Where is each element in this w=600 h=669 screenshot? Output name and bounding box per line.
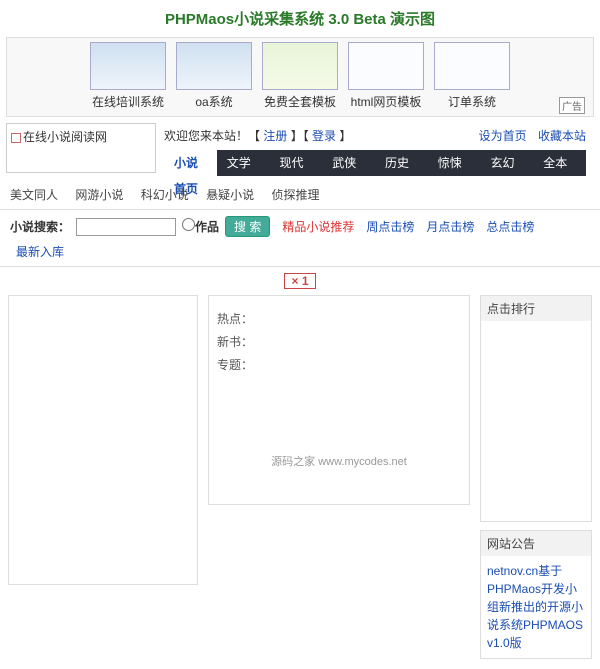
- search-link[interactable]: 精品小说推荐: [282, 218, 354, 235]
- welcome-text: 设为首页 收藏本站 欢迎您来本站！【 注册 】【 登录 】: [164, 127, 586, 144]
- subnav-item[interactable]: 侦探推理: [271, 188, 319, 202]
- thumb-item[interactable]: 在线培训系统: [90, 42, 166, 110]
- subnav-item[interactable]: 悬疑小说: [206, 188, 254, 202]
- notice-title: 网站公告: [481, 531, 591, 556]
- search-bar: 小说搜索： 作品 搜 索 精品小说推荐 周点击榜 月点击榜 总点击榜 最新入库: [0, 209, 600, 267]
- register-link[interactable]: 注册: [263, 129, 287, 143]
- subnav-item[interactable]: 网游小说: [75, 188, 123, 202]
- nav-item[interactable]: 历史科幻: [375, 150, 428, 176]
- thumb-item[interactable]: 订单系统: [434, 42, 510, 110]
- search-input[interactable]: [76, 218, 176, 236]
- subnav-item[interactable]: 科幻小说: [141, 188, 189, 202]
- delete-row: × 1: [0, 267, 600, 295]
- thumb-bar: 在线培训系统 oa系统 免费全套模板 html网页模板 订单系统 广告: [6, 37, 594, 117]
- search-link[interactable]: 月点击榜: [426, 218, 474, 235]
- search-link[interactable]: 总点击榜: [486, 218, 534, 235]
- thumb-item[interactable]: oa系统: [176, 42, 252, 110]
- hot-label: 热点：: [217, 310, 461, 327]
- nav-item[interactable]: 玄幻小说: [481, 150, 534, 176]
- set-home-link[interactable]: 设为首页: [479, 129, 527, 143]
- nav-item[interactable]: 武侠玄幻: [322, 150, 375, 176]
- nav-item[interactable]: 现代言情: [270, 150, 323, 176]
- delete-button[interactable]: × 1: [284, 273, 315, 289]
- login-link[interactable]: 登录: [312, 129, 336, 143]
- search-link[interactable]: 最新入库: [16, 243, 64, 260]
- search-link[interactable]: 周点击榜: [366, 218, 414, 235]
- search-button[interactable]: 搜 索: [225, 216, 270, 237]
- notice-link[interactable]: netnov.cn基于PHPMaos开发小组新推出的开源小说系统PHPMAOS …: [487, 562, 585, 652]
- source-credit: 源码之家 www.mycodes.net: [217, 453, 461, 469]
- topic-label: 专题：: [217, 356, 461, 373]
- thumb-item[interactable]: 免费全套模板: [262, 42, 338, 110]
- rank-title: 点击排行: [481, 296, 591, 321]
- search-radio[interactable]: [182, 218, 195, 231]
- subnav-item[interactable]: 美文同人: [10, 188, 58, 202]
- nav-item[interactable]: 惊悚悬疑: [428, 150, 481, 176]
- site-logo[interactable]: 在线小说阅读网: [6, 123, 156, 173]
- nav-item[interactable]: 文学频道: [217, 150, 270, 176]
- book-icon: [11, 133, 21, 143]
- search-label: 小说搜索：: [10, 218, 70, 235]
- notice-box: 网站公告 netnov.cn基于PHPMaos开发小组新推出的开源小说系统PHP…: [480, 530, 592, 659]
- nav-home[interactable]: 小说首页: [164, 150, 217, 176]
- new-label: 新书：: [217, 333, 461, 350]
- search-radio-label[interactable]: 作品: [182, 218, 219, 235]
- main-nav: 小说首页 文学频道 现代言情 武侠玄幻 历史科幻 惊悚悬疑 玄幻小说 全本小说: [164, 150, 586, 176]
- nav-item[interactable]: 全本小说: [533, 150, 586, 176]
- page-title: PHPMaos小说采集系统 3.0 Beta 演示图: [0, 0, 600, 37]
- thumb-item[interactable]: html网页模板: [348, 42, 424, 110]
- ad-badge: 广告: [559, 97, 585, 114]
- left-column: [8, 295, 198, 585]
- favorite-link[interactable]: 收藏本站: [538, 129, 586, 143]
- rank-box: 点击排行: [480, 295, 592, 522]
- content-box: 热点： 新书： 专题： 源码之家 www.mycodes.net: [208, 295, 470, 505]
